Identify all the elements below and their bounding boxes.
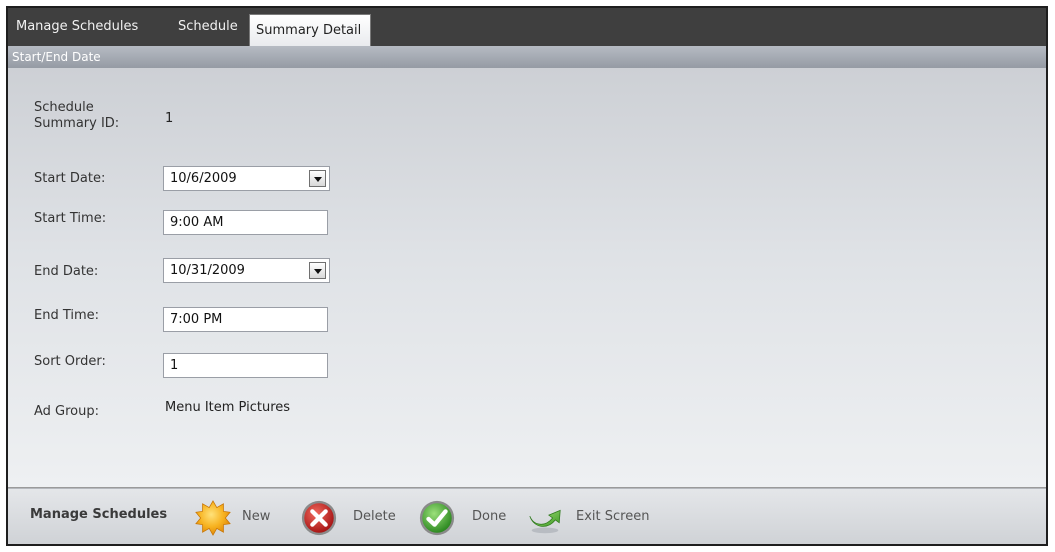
end-time-label: End Time: [34,308,100,323]
green-check-circle-icon [419,500,455,536]
form-area: Schedule Summary ID: 1 Start Date: 10/6/… [8,68,1046,488]
sort-order-input[interactable]: 1 [163,353,328,378]
ad-group-value: Menu Item Pictures [165,400,291,415]
tab-schedule[interactable]: Schedule [178,8,238,46]
chevron-down-icon[interactable] [309,170,326,187]
start-date-dropdown[interactable]: 10/6/2009 [163,166,330,191]
tab-manage-schedules[interactable]: Manage Schedules [16,8,138,46]
red-x-circle-icon [301,500,337,536]
end-date-value: 10/31/2009 [170,263,245,278]
exit-screen-label: Exit Screen [576,509,650,524]
chevron-down-icon[interactable] [309,262,326,279]
tab-summary-detail[interactable]: Summary Detail [249,14,371,46]
exit-screen-button[interactable]: Exit Screen [526,497,666,537]
app-window: Manage Schedules Schedule Summary Detail… [6,6,1048,546]
start-date-label: Start Date: [34,171,106,186]
start-date-value: 10/6/2009 [170,171,237,186]
toolbar-title: Manage Schedules [30,507,168,522]
new-button[interactable]: New [194,497,284,537]
tab-bar: Manage Schedules Schedule Summary Detail [8,8,1046,46]
ad-group-label: Ad Group: [34,404,100,419]
end-date-dropdown[interactable]: 10/31/2009 [163,258,330,283]
done-button[interactable]: Done [418,497,518,537]
end-date-label: End Date: [34,264,99,279]
done-label: Done [472,509,507,524]
summary-id-label: Schedule Summary ID: [34,100,120,131]
green-curved-arrow-icon [529,509,561,534]
delete-label: Delete [353,509,396,524]
start-time-input[interactable]: 9:00 AM [163,210,328,235]
new-label: New [242,509,271,524]
sort-order-label: Sort Order: [34,354,106,369]
bottom-toolbar: Manage Schedules New Delete Done Exit Sc… [8,488,1046,544]
delete-button[interactable]: Delete [300,497,405,537]
end-time-input[interactable]: 7:00 PM [163,307,328,332]
start-time-label: Start Time: [34,211,107,226]
sunburst-icon [195,500,231,536]
summary-id-value: 1 [165,111,174,126]
section-header: Start/End Date [8,46,1046,68]
